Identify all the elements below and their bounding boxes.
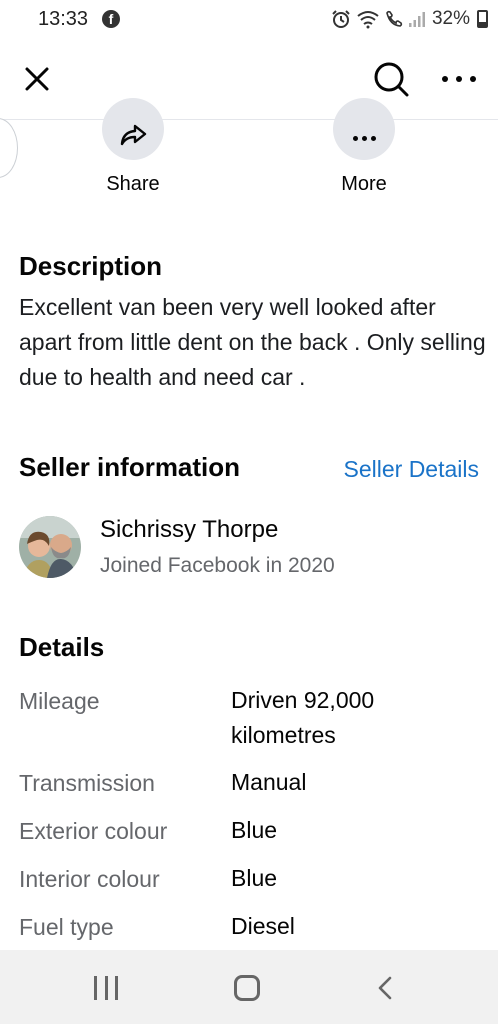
share-button[interactable] <box>102 98 164 160</box>
top-bar <box>0 40 498 120</box>
detail-label-interior-colour: Interior colour <box>19 866 160 892</box>
detail-value-mileage: Driven 92,000 kilometres <box>231 687 375 748</box>
details-heading: Details <box>19 632 105 662</box>
partial-button-left[interactable] <box>0 118 18 178</box>
wifi-icon <box>357 11 379 29</box>
seller-info-heading: Seller information <box>19 452 241 482</box>
share-icon <box>120 124 147 146</box>
more-label[interactable]: More <box>304 173 424 196</box>
description-text: Excellent van been very well looked afte… <box>19 294 486 390</box>
dot <box>442 76 448 82</box>
detail-value-interior-colour: Blue <box>231 865 278 891</box>
home-icon[interactable] <box>234 975 260 1001</box>
detail-label-fuel-type: Fuel type <box>19 914 114 940</box>
seller-name[interactable]: Sichrissy Thorpe <box>100 516 278 544</box>
alarm-icon <box>332 10 350 28</box>
battery-icon <box>477 10 488 28</box>
more-options-button[interactable] <box>442 64 476 94</box>
call-icon <box>386 10 403 27</box>
close-icon[interactable] <box>18 60 56 98</box>
detail-value-transmission: Manual <box>231 769 307 795</box>
dot <box>470 76 476 82</box>
dot <box>456 76 462 82</box>
system-nav-bar <box>0 950 498 1024</box>
signal-icon <box>408 12 425 27</box>
seller-avatar[interactable] <box>19 516 81 578</box>
detail-label-mileage: Mileage <box>19 688 100 714</box>
status-bar: 13:33 f 32% <box>0 0 498 40</box>
recents-icon[interactable] <box>94 976 118 1000</box>
status-icons: 32% <box>330 6 488 32</box>
search-icon[interactable] <box>370 58 412 100</box>
share-label[interactable]: Share <box>73 173 193 196</box>
back-icon[interactable] <box>374 974 398 1002</box>
detail-label-transmission: Transmission <box>19 770 155 796</box>
more-dots-icon <box>352 135 376 141</box>
description-heading: Description <box>19 251 163 281</box>
seller-details-link[interactable]: Seller Details <box>344 456 480 483</box>
more-button[interactable] <box>333 98 395 160</box>
battery-percent: 32% <box>431 8 470 29</box>
facebook-notification-icon: f <box>102 10 120 28</box>
seller-joined-date: Joined Facebook in 2020 <box>100 554 335 577</box>
detail-value-exterior-colour: Blue <box>231 817 278 843</box>
detail-value-fuel-type: Diesel <box>231 913 295 939</box>
detail-label-exterior-colour: Exterior colour <box>19 818 168 844</box>
status-time: 13:33 <box>38 8 89 30</box>
action-buttons: Share More <box>0 98 498 200</box>
